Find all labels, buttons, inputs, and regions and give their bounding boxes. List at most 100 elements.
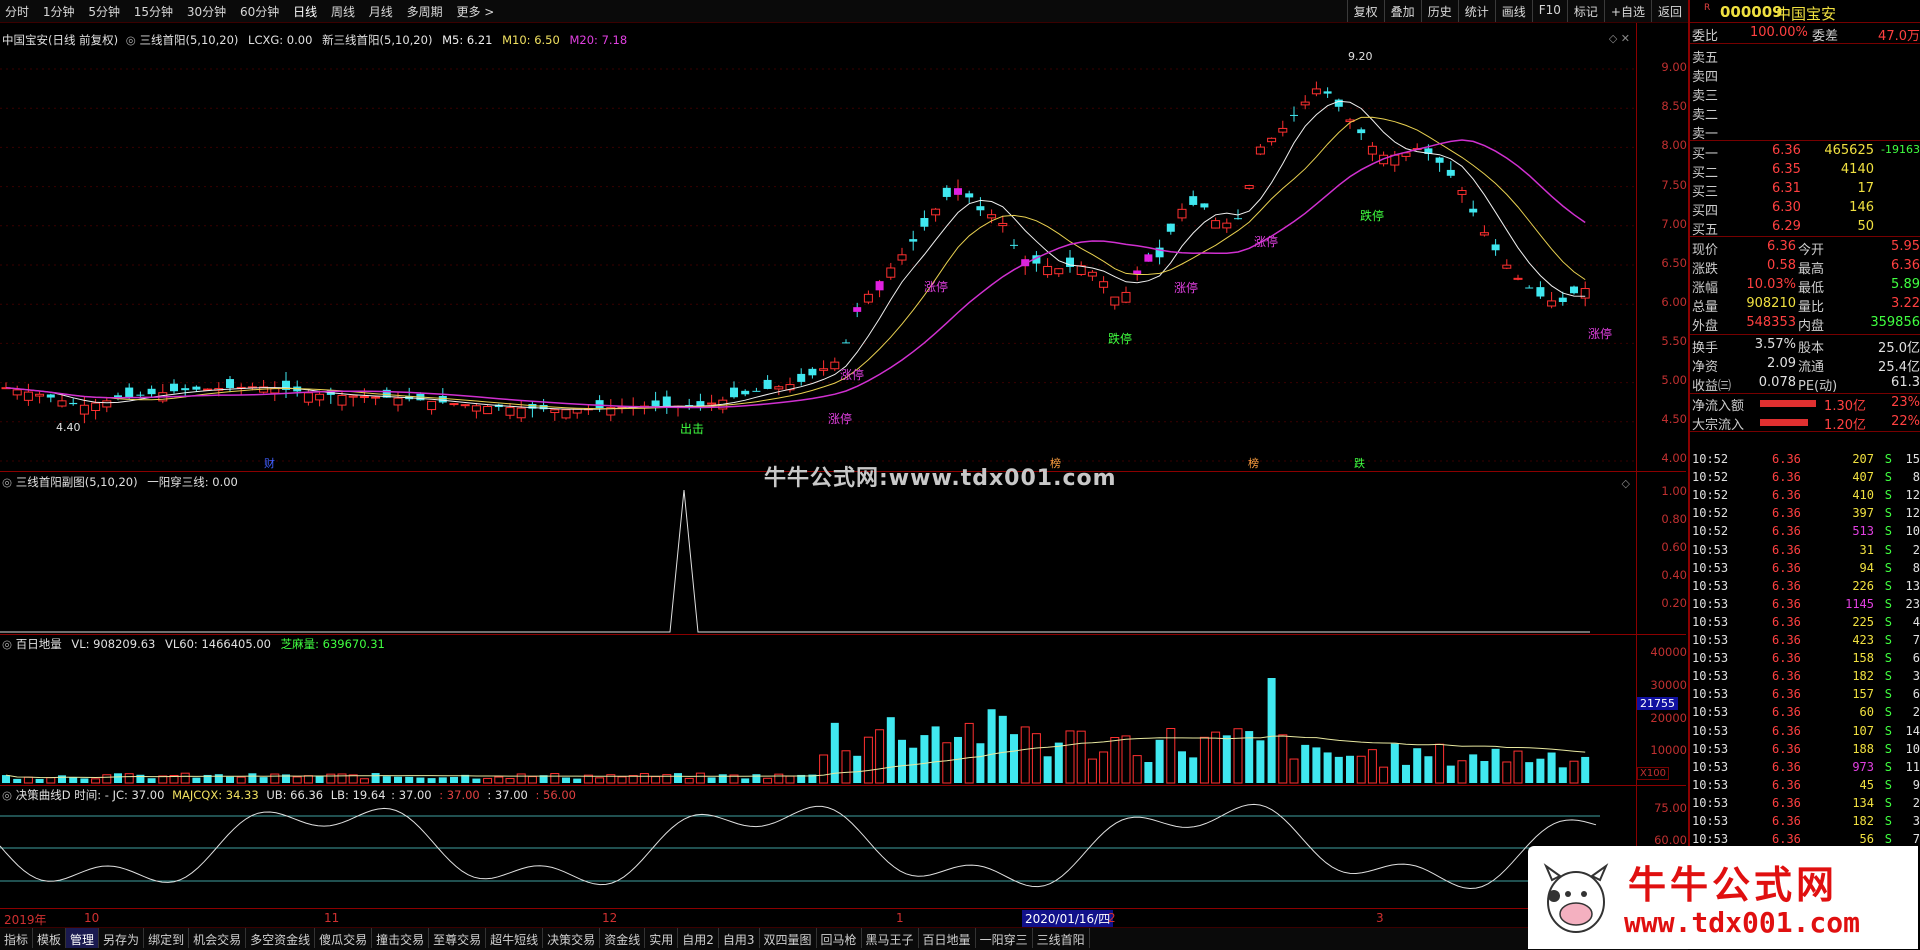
volume-bar [595,777,605,784]
tab-fund-line[interactable]: 资金线 [600,928,646,948]
period-weekly[interactable]: 周线 [326,0,360,20]
volume-bar [1278,734,1288,784]
period-multi[interactable]: 多周期 [402,0,448,20]
tab-bind-to[interactable]: 绑定到 [144,928,190,948]
draw-line-button[interactable]: 画线 [1494,0,1532,22]
stat-value: 5.95 [1891,239,1920,254]
f10-button[interactable]: F10 [1531,0,1567,22]
tab-template[interactable]: 模板 [33,928,67,948]
candle-body [965,193,974,198]
candle-body [1211,220,1221,229]
volume-bar [1323,752,1332,783]
tick-price: 6.36 [1772,560,1801,575]
period-15min[interactable]: 15分钟 [129,0,178,20]
sub-panel-yiyang[interactable]: ◎ 三线首阳副图(5,10,20) 一阳穿三线: 0.00 ◇ 1.00 0.8… [0,472,1687,635]
divider [1690,431,1920,432]
period-1min[interactable]: 1分钟 [38,0,80,20]
volume-bar [1211,731,1221,784]
candle-body [1087,271,1097,277]
tab-custom2[interactable]: 自用2 [678,928,719,948]
tab-sanxian[interactable]: 三线首阳 [1033,928,1090,948]
tab-indicator[interactable]: 指标 [0,928,34,948]
period-daily[interactable]: 日线 [288,0,322,20]
volume-bar [1132,755,1142,784]
tab-custom3[interactable]: 自用3 [719,928,760,948]
tick-volume: 182 [1852,669,1874,684]
candle-body [1570,286,1578,294]
tick-row: 10:53 6.36 182 S 3 [1690,668,1920,686]
tab-short-term[interactable]: 超牛短线 [486,928,544,948]
period-30min[interactable]: 30分钟 [182,0,231,20]
tab-practical[interactable]: 实用 [645,928,679,948]
sub-panel-decision[interactable]: ◎ 决策曲线D 时间: - JC: 37.00 MAJCQX: 34.33 UB… [0,786,1687,908]
candle-body [1099,281,1109,288]
buy-volume: 465625 [1824,143,1874,158]
buy-volume: 17 [1857,181,1874,196]
volume-bar [976,743,985,783]
stat-label: 涨跌 [1692,262,1719,277]
kline-panel[interactable]: 中国宝安(日线 前复权) ◎ 三线首阳(5,10,20) LCXG: 0.00 … [0,23,1687,472]
tab-bairi-diliang[interactable]: 百日地量 [919,928,976,948]
candle-body [1334,99,1343,107]
volume-bar [80,778,89,783]
tick-row: 10:53 6.36 94 S 8 [1690,560,1920,578]
volume-bar [1367,749,1377,784]
candle-body [1244,185,1254,189]
kline-chart[interactable] [0,23,1636,471]
sell-level-row: 卖四 [1690,65,1920,85]
tick-time: 10:52 [1692,506,1729,521]
tab-opportunity[interactable]: 机会交易 [189,928,247,948]
tab-manage[interactable]: 管理 [66,928,100,948]
yiyang-signal-line [0,489,1590,633]
add-watchlist-button[interactable]: +自选 [1603,0,1651,22]
stat-label: 最低 [1798,281,1825,296]
tab-longshort[interactable]: 多空资金线 [246,928,316,948]
candle-body [797,373,806,382]
period-more[interactable]: 更多 > [451,0,499,20]
volume-bar [527,776,537,784]
stat-value: 5.89 [1891,277,1920,292]
tab-double-four[interactable]: 双四量图 [760,928,817,948]
stat-value: 6.36 [1891,258,1920,273]
sub-panel-volume[interactable]: ◎ 百日地量 VL: 908209.63 VL60: 1466405.00 芝麻… [0,635,1687,786]
back-button[interactable]: 返回 [1650,0,1688,22]
tab-save-as[interactable]: 另存为 [99,928,145,948]
volume-bar [1043,756,1052,783]
tab-decision-trade[interactable]: 决策交易 [543,928,601,948]
volume-bar [315,775,324,783]
overlay-button[interactable]: 叠加 [1383,0,1421,22]
volume-bar [1178,751,1186,783]
tick-row: 10:53 6.36 423 S 7 [1690,632,1920,650]
period-monthly[interactable]: 月线 [364,0,398,20]
period-fenshi[interactable]: 分时 [0,0,34,20]
volume-bar [1189,757,1198,783]
candle-body [359,396,369,399]
candle-body [226,379,234,388]
tick-time: 10:53 [1692,723,1729,738]
tick-side: S [1884,723,1892,738]
sell-label: 卖二 [1692,108,1719,123]
tab-yiyang[interactable]: 一阳穿三 [976,928,1033,948]
stats-button[interactable]: 统计 [1457,0,1495,22]
tick-time: 10:53 [1692,795,1729,810]
stat-value: 0.078 [1758,375,1796,390]
ranking-event-marker[interactable]: 榜 [1248,455,1259,471]
fall-event-marker[interactable]: 跌 [1354,455,1365,471]
period-5min[interactable]: 5分钟 [83,0,125,20]
fuquan-button[interactable]: 复权 [1346,0,1384,22]
tick-count: 8 [1912,470,1920,485]
mark-button[interactable]: 标记 [1566,0,1604,22]
candle-body [192,386,201,390]
period-60min[interactable]: 60分钟 [235,0,284,20]
volume-bar [58,775,66,783]
tick-count: 15 [1905,452,1920,466]
tab-huimaqiang[interactable]: 回马枪 [817,928,862,948]
sell-level-row: 卖二 [1690,103,1920,123]
tab-hit-trade[interactable]: 撞击交易 [372,928,430,948]
tab-simple-trade[interactable]: 傻瓜交易 [315,928,373,948]
history-button[interactable]: 历史 [1420,0,1458,22]
tab-heima[interactable]: 黑马王子 [862,928,919,948]
finance-event-marker[interactable]: 财 [264,455,275,471]
tick-side: S [1884,614,1892,629]
tab-supreme-trade[interactable]: 至尊交易 [429,928,487,948]
